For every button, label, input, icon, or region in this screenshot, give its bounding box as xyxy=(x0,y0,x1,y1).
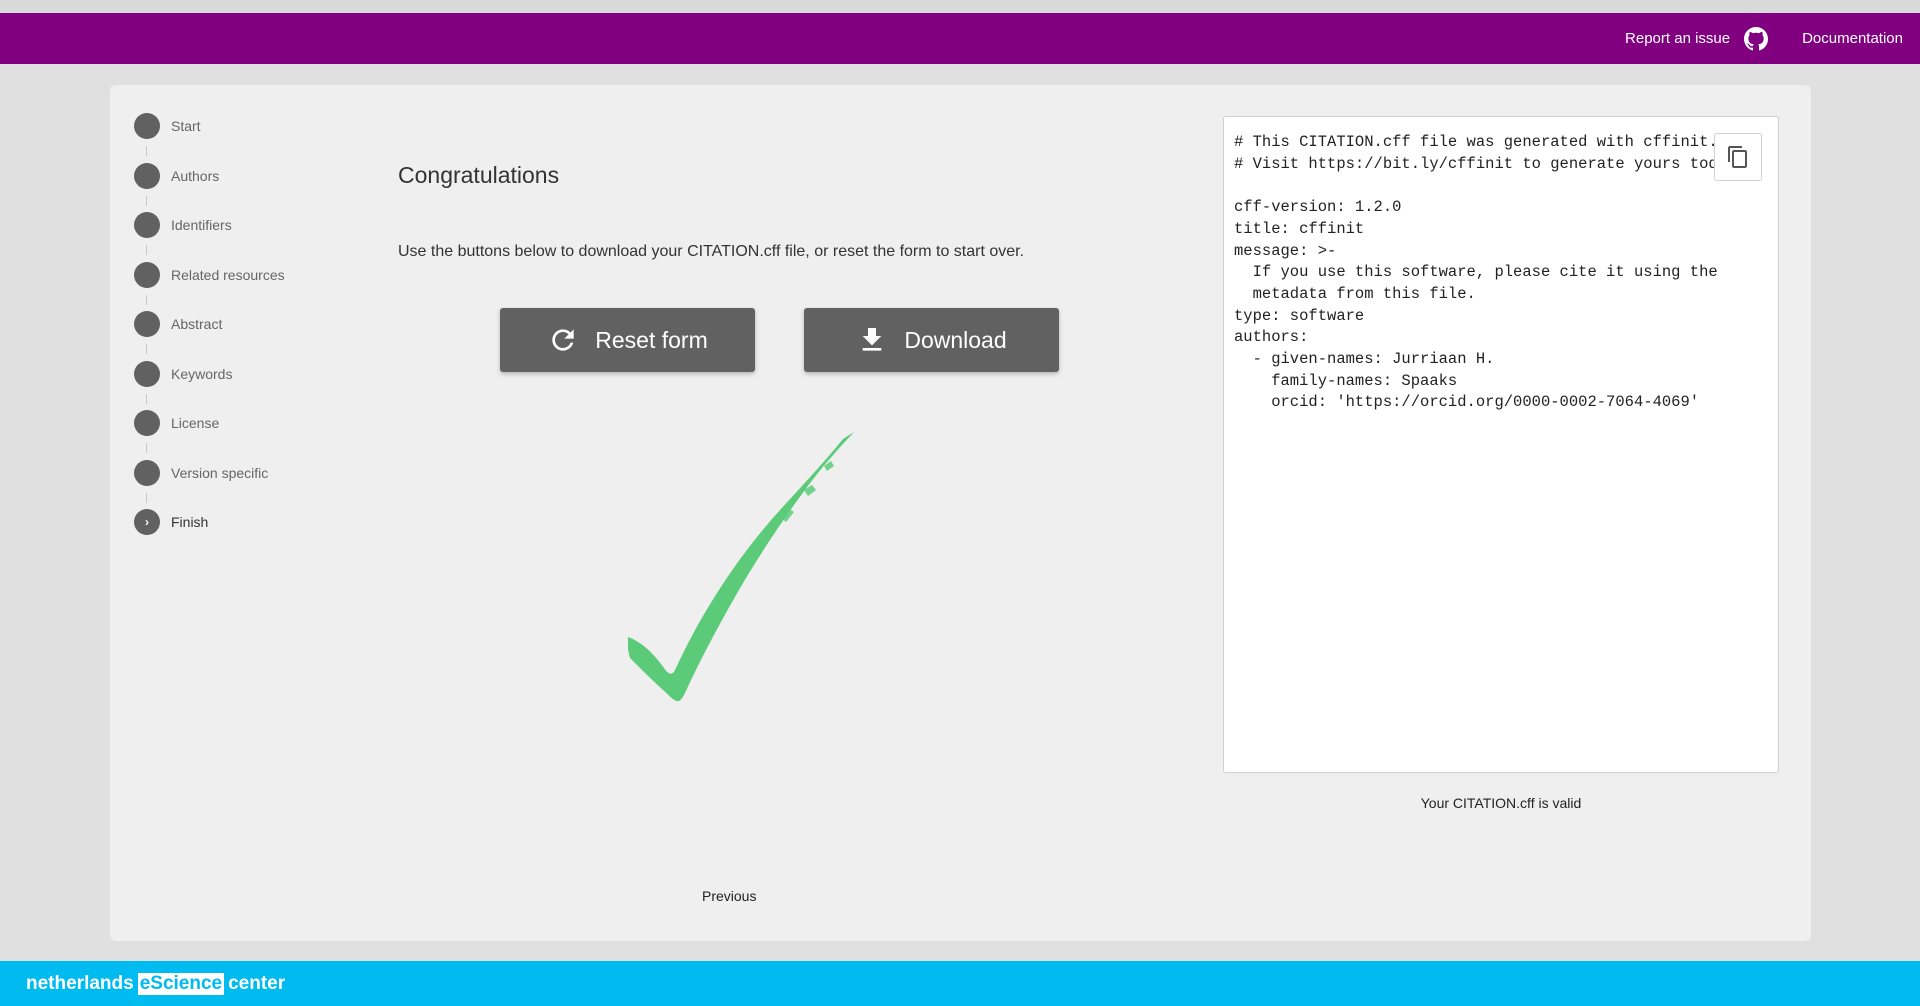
step-label: Finish xyxy=(171,514,209,530)
step-connector xyxy=(146,245,147,255)
top-strip xyxy=(0,0,1920,13)
main-card: Start Authors Identifiers Related resour… xyxy=(110,85,1811,941)
step-label: Abstract xyxy=(171,316,223,332)
validity-message: Your CITATION.cff is valid xyxy=(1420,795,1582,811)
step-dot xyxy=(134,410,160,436)
step-connector xyxy=(146,393,147,404)
step-authors[interactable]: Authors xyxy=(134,162,220,189)
citation-code[interactable]: # This CITATION.cff file was generated w… xyxy=(1234,132,1746,414)
page-title: Congratulations xyxy=(398,162,560,188)
step-version-specific[interactable]: Version specific xyxy=(134,459,269,486)
download-label: Download xyxy=(904,326,1007,353)
step-finish[interactable]: › Finish xyxy=(134,509,208,535)
step-keywords[interactable]: Keywords xyxy=(134,360,233,387)
step-label: License xyxy=(171,415,220,431)
refresh-icon xyxy=(552,329,574,351)
step-license[interactable]: License xyxy=(134,410,219,436)
step-connector xyxy=(146,195,147,206)
reset-form-button[interactable]: Reset form xyxy=(500,308,755,372)
download-icon xyxy=(863,328,882,351)
logo-text-right: center xyxy=(228,972,286,994)
app-footer: netherlands eScience center xyxy=(0,961,1920,1006)
step-abstract[interactable]: Abstract xyxy=(134,311,222,337)
app-header: Report an issue Documentation xyxy=(0,13,1920,64)
step-dot xyxy=(134,162,160,189)
copy-icon xyxy=(1728,146,1747,168)
chevron-right-icon: › xyxy=(134,509,160,535)
finish-description: Use the buttons below to download your C… xyxy=(398,243,1025,260)
step-connector xyxy=(146,492,147,503)
nlesc-logo[interactable]: netherlands eScience center xyxy=(26,972,286,995)
step-connector xyxy=(146,443,147,453)
step-label: Start xyxy=(171,118,201,134)
step-dot xyxy=(134,261,160,288)
report-issue-link[interactable]: Report an issue xyxy=(1625,26,1769,51)
previous-button[interactable]: Previous xyxy=(702,888,756,904)
step-identifiers[interactable]: Identifiers xyxy=(134,212,232,238)
step-connector xyxy=(146,294,147,305)
citation-preview: # This CITATION.cff file was generated w… xyxy=(1223,116,1779,773)
step-label: Related resources xyxy=(171,266,285,283)
documentation-link[interactable]: Documentation xyxy=(1802,30,1903,47)
step-related-resources[interactable]: Related resources xyxy=(134,261,285,288)
reset-form-label: Reset form xyxy=(595,326,708,353)
step-label: Identifiers xyxy=(171,217,232,233)
step-connector xyxy=(146,344,147,354)
report-issue-label: Report an issue xyxy=(1625,30,1731,47)
copy-button[interactable] xyxy=(1714,133,1762,181)
step-dot xyxy=(134,360,160,387)
github-icon xyxy=(1744,26,1769,51)
step-start[interactable]: Start xyxy=(134,113,201,139)
step-label: Keywords xyxy=(171,365,233,382)
download-button[interactable]: Download xyxy=(804,308,1059,372)
logo-text-left: netherlands xyxy=(26,972,134,994)
checkmark-icon xyxy=(628,432,854,702)
step-dot xyxy=(134,459,160,486)
step-dot xyxy=(134,212,160,238)
step-dot xyxy=(134,311,160,337)
step-label: Version specific xyxy=(171,464,269,481)
logo-text-mid: eScience xyxy=(137,972,225,995)
step-dot xyxy=(134,113,160,139)
step-label: Authors xyxy=(171,167,220,184)
step-connector xyxy=(146,146,147,156)
